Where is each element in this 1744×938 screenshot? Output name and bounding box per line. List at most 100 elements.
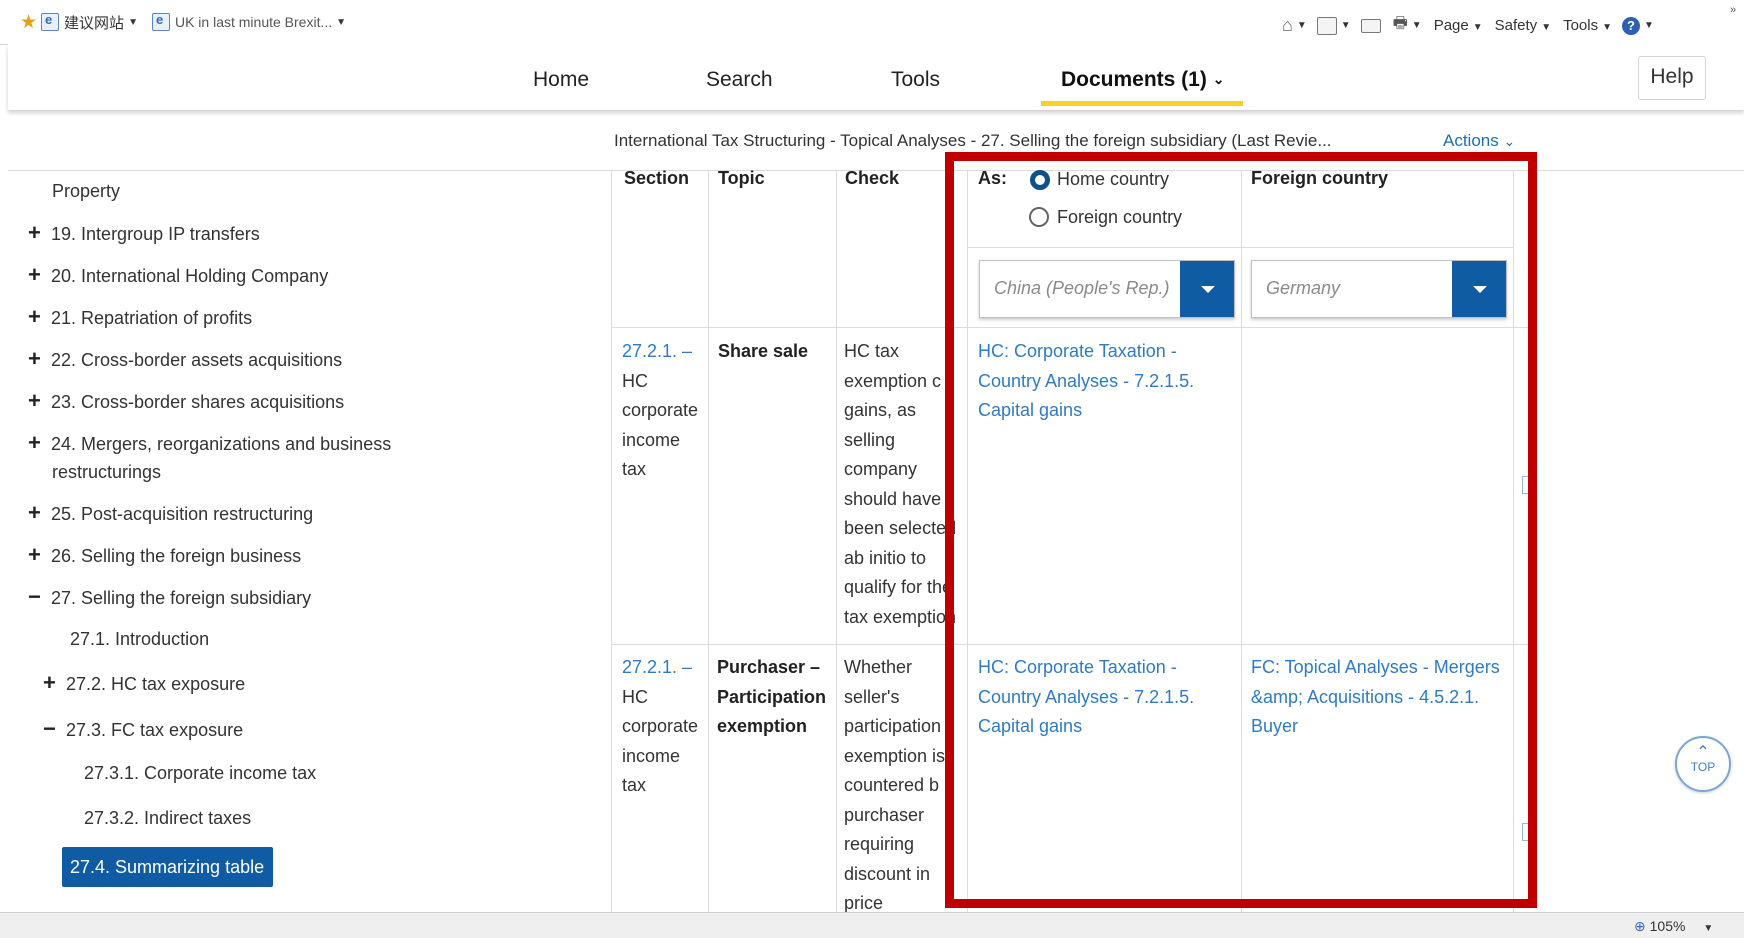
- command-buttons: ⌂ ▼ ▼ 🖶 ▼ Page ▼ Safety ▼ Tools ▼ ? ▼: [1282, 12, 1654, 39]
- tree-item-26[interactable]: + 26. Selling the foreign business: [28, 544, 302, 567]
- ie-page-icon: [41, 12, 60, 31]
- expand-icon[interactable]: +: [28, 432, 46, 454]
- expand-icon[interactable]: +: [28, 544, 46, 566]
- section-link[interactable]: 27.2.1. –: [622, 657, 692, 677]
- actions-label: Actions: [1443, 131, 1499, 150]
- check-text: tax exemption: [844, 606, 956, 627]
- zoom-level: 105%: [1649, 918, 1686, 934]
- check-text: countered b: [844, 775, 940, 795]
- check-text: been selected: [844, 518, 956, 538]
- check-text: price: [844, 893, 884, 912]
- table-column-divider: [836, 170, 837, 912]
- tree-item-27-3-1[interactable]: 27.3.1. Corporate income tax: [84, 763, 316, 783]
- collapse-icon[interactable]: −: [43, 718, 61, 740]
- tree-item-label: 21. Repatriation of profits: [51, 308, 253, 328]
- tree-item-19[interactable]: + 19. Intergroup IP transfers: [28, 222, 260, 245]
- table-column-divider: [611, 170, 612, 912]
- check-text: should have: [844, 488, 942, 509]
- topic-text: exemption: [717, 716, 808, 736]
- help-menu-button[interactable]: ? ▼: [1622, 16, 1654, 35]
- expand-icon[interactable]: +: [28, 306, 46, 328]
- tree-item-label: 19. Intergroup IP transfers: [51, 224, 260, 244]
- tree-item-25[interactable]: + 25. Post-acquisition restructuring: [28, 502, 314, 525]
- section-text: corporate: [622, 400, 699, 420]
- check-text: selling: [844, 429, 896, 450]
- actions-menu[interactable]: Actions ⌄: [1443, 131, 1515, 151]
- check-text: requiring: [844, 834, 915, 854]
- print-button[interactable]: 🖶 ▼: [1393, 12, 1422, 39]
- suggested-sites-link[interactable]: 建议网站 ▼: [41, 12, 138, 33]
- tree-item-label: 25. Post-acquisition restructuring: [51, 504, 314, 524]
- tree-item-23[interactable]: + 23. Cross-border shares acquisitions: [28, 390, 345, 413]
- table-row-2-topic: Purchaser – Participation exemption: [717, 653, 826, 742]
- tools-menu-label: Tools: [1563, 17, 1599, 34]
- favorites-star-icon[interactable]: ★: [20, 11, 37, 34]
- help-icon: ?: [1622, 16, 1641, 35]
- check-text: seller's: [844, 686, 900, 707]
- expand-icon[interactable]: +: [28, 264, 46, 286]
- help-button[interactable]: Help: [1638, 56, 1706, 100]
- safety-menu-label: Safety: [1494, 17, 1538, 34]
- expand-icon[interactable]: +: [28, 222, 46, 244]
- page-menu-button[interactable]: Page ▼: [1434, 17, 1483, 34]
- tree-item-27-3[interactable]: − 27.3. FC tax exposure: [43, 718, 244, 741]
- check-text: Whether: [844, 657, 913, 677]
- tree-item-label: 27. Selling the foreign subsidiary: [51, 588, 312, 608]
- nav-search[interactable]: Search: [706, 68, 773, 92]
- column-header-topic: Topic: [718, 168, 765, 188]
- browser-status-bar: [0, 912, 1744, 938]
- tree-item-27-4-active[interactable]: 27.4. Summarizing table: [62, 847, 273, 887]
- tree-item-21[interactable]: + 21. Repatriation of profits: [28, 306, 253, 329]
- page-menu-label: Page: [1433, 17, 1469, 34]
- tree-item-label: 27.3. FC tax exposure: [66, 720, 244, 740]
- chevron-down-icon: ▼: [1541, 22, 1552, 33]
- expand-icon[interactable]: +: [28, 502, 46, 524]
- section-text: income: [622, 745, 681, 766]
- tree-item-24[interactable]: + 24. Mergers, reorganizations and busin…: [28, 432, 391, 455]
- favorite-tab-link[interactable]: UK in last minute Brexit... ▼: [151, 12, 347, 31]
- tools-menu-button[interactable]: Tools ▼: [1563, 17, 1612, 34]
- tree-item-label: 20. International Holding Company: [51, 266, 329, 286]
- column-header-check: Check: [845, 168, 900, 188]
- table-column-divider: [708, 170, 709, 912]
- tree-item-27-1[interactable]: 27.1. Introduction: [70, 629, 209, 649]
- safety-menu-button[interactable]: Safety ▼: [1495, 17, 1551, 34]
- check-text: exemption is: [844, 745, 946, 766]
- scroll-to-top-button[interactable]: ⌃ TOP: [1675, 736, 1731, 792]
- tree-item-label: 26. Selling the foreign business: [51, 546, 302, 566]
- section-text: HC: [622, 686, 648, 707]
- zoom-control[interactable]: ⊕ 105% ▼: [1634, 918, 1713, 935]
- home-page-button[interactable]: ⌂ ▼: [1282, 15, 1307, 36]
- nav-documents[interactable]: Documents (1) ⌄: [1061, 68, 1224, 92]
- tree-item-22[interactable]: + 22. Cross-border assets acquisitions: [28, 348, 342, 371]
- check-text: discount in: [844, 863, 931, 884]
- feeds-button[interactable]: ▼: [1316, 16, 1351, 35]
- expand-icon[interactable]: +: [43, 672, 61, 694]
- tree-item-24-continued[interactable]: restructurings: [52, 462, 161, 482]
- chevron-down-icon: ▼: [336, 16, 347, 28]
- tree-item-label: 23. Cross-border shares acquisitions: [51, 392, 345, 412]
- nav-home[interactable]: Home: [533, 68, 589, 92]
- check-text: company: [844, 459, 918, 479]
- nav-tools[interactable]: Tools: [891, 68, 940, 92]
- overflow-chevron-icon[interactable]: »: [1730, 4, 1736, 16]
- tree-item-27-2[interactable]: + 27.2. HC tax exposure: [43, 672, 245, 695]
- topic-text: Participation: [717, 686, 827, 707]
- active-tab-indicator: [1041, 101, 1243, 106]
- nav-documents-label: Documents (1): [1061, 68, 1207, 91]
- expand-icon[interactable]: +: [28, 390, 46, 412]
- chevron-down-icon: ⌄: [1212, 71, 1225, 87]
- tree-item-20[interactable]: + 20. International Holding Company: [28, 264, 329, 287]
- chevron-down-icon: ▼: [1644, 20, 1654, 31]
- expand-icon[interactable]: +: [28, 348, 46, 370]
- tree-item-property[interactable]: Property: [52, 181, 120, 201]
- mail-button[interactable]: [1360, 18, 1381, 33]
- chevron-down-icon: ▼: [1703, 923, 1714, 934]
- site-navigation-bar: [8, 44, 1744, 110]
- check-text: purchaser: [844, 804, 925, 825]
- suggested-sites-label: 建议网站: [64, 14, 125, 32]
- tree-item-27-3-2[interactable]: 27.3.2. Indirect taxes: [84, 808, 251, 828]
- section-link[interactable]: 27.2.1. –: [622, 341, 692, 361]
- tree-item-27[interactable]: − 27. Selling the foreign subsidiary: [28, 586, 312, 609]
- collapse-icon[interactable]: −: [28, 586, 46, 608]
